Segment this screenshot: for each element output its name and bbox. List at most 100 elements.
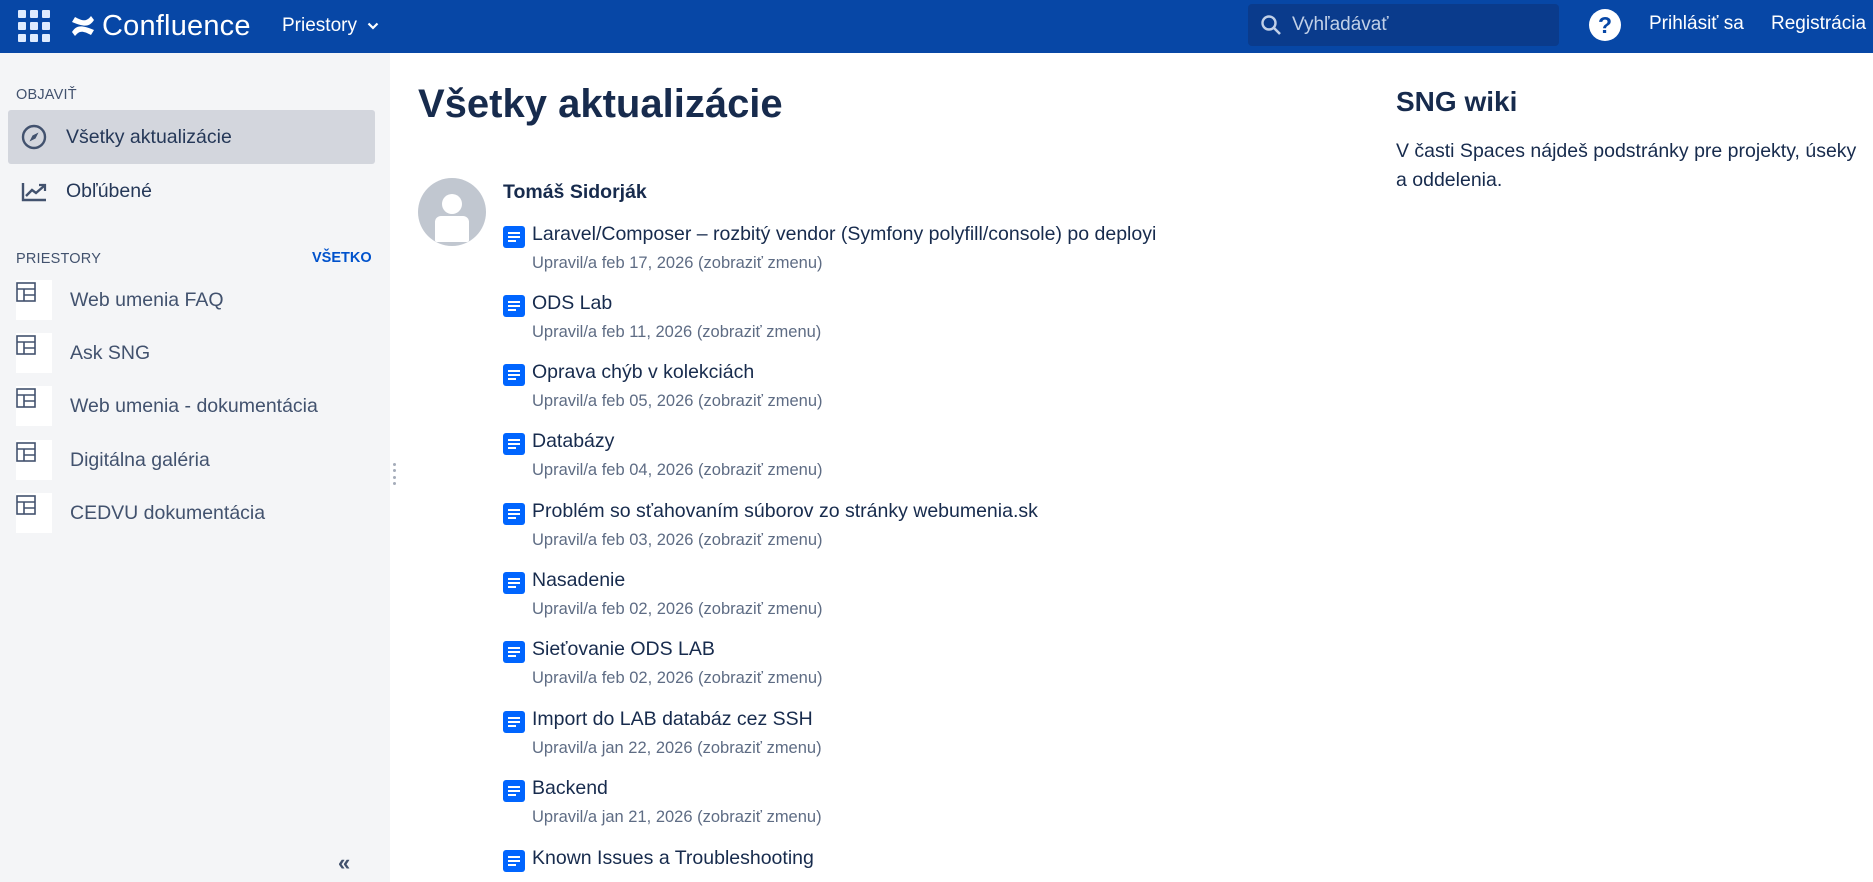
sidebar-item-label: Obľúbené	[66, 179, 152, 202]
register-link[interactable]: Registrácia	[1771, 13, 1866, 35]
page-icon	[503, 850, 525, 872]
search-input[interactable]	[1292, 14, 1542, 36]
sidebar: OBJAVIŤ Všetky aktualizácie Obľúbené PRI…	[0, 53, 390, 882]
sidebar-space-item[interactable]: Web umenia FAQ	[0, 277, 380, 323]
update-title-link[interactable]: ODS Lab	[532, 292, 612, 315]
confluence-logo-icon	[72, 16, 94, 36]
update-title-link[interactable]: Backend	[532, 777, 608, 800]
collapse-sidebar-icon[interactable]: «	[338, 850, 350, 876]
update-title-link[interactable]: Nasadenie	[532, 569, 625, 592]
update-meta: Upravil/a jan 22, 2026 (zobraziť zmenu)	[532, 739, 822, 758]
update-date: Upravil/a feb 17, 2026	[532, 254, 699, 272]
update-meta: Upravil/a feb 05, 2026 (zobraziť zmenu)	[532, 392, 823, 411]
update-date: Upravil/a feb 02, 2026	[532, 669, 699, 687]
sidebar-item-favorites[interactable]: Obľúbené	[8, 164, 375, 218]
sidebar-space-item[interactable]: Web umenia - dokumentácia	[0, 383, 380, 429]
list-item: Problém so sťahovaním súborov zo stránky…	[503, 500, 1323, 560]
space-description: V časti Spaces nájdeš podstránky pre pro…	[1396, 140, 1857, 191]
space-icon	[16, 333, 52, 373]
update-title-link[interactable]: Known Issues a Troubleshooting	[532, 847, 814, 870]
view-change-link[interactable]: (zobraziť zmenu)	[697, 323, 821, 341]
view-change-link[interactable]: (zobraziť zmenu)	[697, 739, 821, 757]
update-date: Upravil/a feb 02, 2026	[532, 600, 699, 618]
search-box[interactable]	[1248, 4, 1559, 46]
page-icon	[503, 364, 525, 386]
list-item: Nasadenie Upravil/a feb 02, 2026 (zobraz…	[503, 569, 1323, 629]
spaces-section-label: PRIESTORY	[16, 251, 102, 267]
view-change-link[interactable]: (zobraziť zmenu)	[698, 461, 822, 479]
update-date: Upravil/a jan 22, 2026	[532, 739, 698, 757]
sidebar-resize-handle[interactable]	[393, 463, 397, 485]
space-label: Web umenia FAQ	[70, 288, 224, 311]
space-icon	[16, 440, 52, 480]
app-switcher-icon[interactable]	[16, 8, 52, 44]
page-icon	[503, 503, 525, 525]
space-icon	[16, 280, 52, 320]
view-change-link[interactable]: (zobraziť zmenu)	[698, 669, 822, 687]
list-item: Known Issues a Troubleshooting	[503, 847, 1323, 882]
compass-icon	[20, 123, 48, 151]
list-item: Import do LAB databáz cez SSH Upravil/a …	[503, 708, 1323, 768]
page-icon	[503, 780, 525, 802]
page-icon	[503, 226, 525, 248]
space-title: SNG wiki	[1396, 86, 1518, 117]
update-title-link[interactable]: Oprava chýb v kolekciách	[532, 361, 754, 384]
search-icon	[1261, 15, 1281, 35]
view-change-link[interactable]: (zobraziť zmenu)	[697, 808, 821, 826]
update-date: Upravil/a jan 21, 2026	[532, 808, 698, 826]
update-meta: Upravil/a jan 21, 2026 (zobraziť zmenu)	[532, 808, 822, 827]
update-meta: Upravil/a feb 11, 2026 (zobraziť zmenu)	[532, 323, 821, 342]
see-all-spaces-link[interactable]: VŠETKO	[312, 250, 372, 266]
update-meta: Upravil/a feb 02, 2026 (zobraziť zmenu)	[532, 669, 823, 688]
page-icon	[503, 295, 525, 317]
update-title-link[interactable]: Import do LAB databáz cez SSH	[532, 708, 813, 731]
view-change-link[interactable]: (zobraziť zmenu)	[698, 392, 822, 410]
space-icon	[16, 493, 52, 533]
space-label: Web umenia - dokumentácia	[70, 394, 318, 417]
page-icon	[503, 641, 525, 663]
page-title: Všetky aktualizácie	[418, 82, 783, 126]
list-item: Backend Upravil/a jan 21, 2026 (zobraziť…	[503, 777, 1323, 837]
spaces-dropdown[interactable]: Priestory	[282, 12, 379, 40]
list-item: Oprava chýb v kolekciách Upravil/a feb 0…	[503, 361, 1323, 421]
update-meta: Upravil/a feb 04, 2026 (zobraziť zmenu)	[532, 461, 823, 480]
sidebar-item-all-updates[interactable]: Všetky aktualizácie	[8, 110, 375, 164]
chevron-down-icon	[367, 22, 379, 30]
trending-icon	[20, 177, 48, 205]
update-date: Upravil/a feb 03, 2026	[532, 531, 699, 549]
help-icon[interactable]: ?	[1589, 9, 1621, 41]
list-item: Laravel/Composer – rozbitý vendor (Symfo…	[503, 223, 1323, 283]
avatar[interactable]	[418, 178, 486, 246]
sidebar-item-label: Všetky aktualizácie	[66, 125, 232, 148]
space-label: Ask SNG	[70, 341, 151, 364]
sidebar-space-item[interactable]: Ask SNG	[0, 330, 380, 376]
view-change-link[interactable]: (zobraziť zmenu)	[698, 531, 822, 549]
update-title-link[interactable]: Sieťovanie ODS LAB	[532, 638, 715, 661]
author-name[interactable]: Tomáš Sidorják	[503, 181, 647, 204]
spaces-dropdown-label: Priestory	[282, 15, 357, 36]
sidebar-space-item[interactable]: Digitálna galéria	[0, 437, 380, 483]
update-title-link[interactable]: Databázy	[532, 430, 614, 453]
update-title-link[interactable]: Laravel/Composer – rozbitý vendor (Symfo…	[532, 223, 1156, 246]
view-change-link[interactable]: (zobraziť zmenu)	[698, 254, 822, 272]
update-title-link[interactable]: Problém so sťahovaním súborov zo stránky…	[532, 500, 1038, 523]
space-icon	[16, 386, 52, 426]
view-change-link[interactable]: (zobraziť zmenu)	[698, 600, 822, 618]
app-name: Confluence	[102, 9, 251, 42]
confluence-logo[interactable]: Confluence	[70, 8, 251, 44]
update-date: Upravil/a feb 04, 2026	[532, 461, 699, 479]
page-icon	[503, 711, 525, 733]
page-icon	[503, 572, 525, 594]
list-item: Sieťovanie ODS LAB Upravil/a feb 02, 202…	[503, 638, 1323, 698]
update-meta: Upravil/a feb 03, 2026 (zobraziť zmenu)	[532, 531, 823, 550]
discover-section-label: OBJAVIŤ	[16, 87, 77, 103]
update-meta: Upravil/a feb 17, 2026 (zobraziť zmenu)	[532, 254, 823, 273]
space-label: CEDVU dokumentácia	[70, 501, 266, 524]
update-date: Upravil/a feb 05, 2026	[532, 392, 699, 410]
sidebar-space-item[interactable]: CEDVU dokumentácia	[0, 490, 380, 536]
list-item: Databázy Upravil/a feb 04, 2026 (zobrazi…	[503, 430, 1323, 490]
list-item: ODS Lab Upravil/a feb 11, 2026 (zobraziť…	[503, 292, 1323, 352]
top-navigation-bar: Confluence Priestory ? Prihlásiť sa Regi…	[0, 0, 1873, 53]
update-date: Upravil/a feb 11, 2026	[532, 323, 697, 341]
login-link[interactable]: Prihlásiť sa	[1649, 13, 1744, 35]
